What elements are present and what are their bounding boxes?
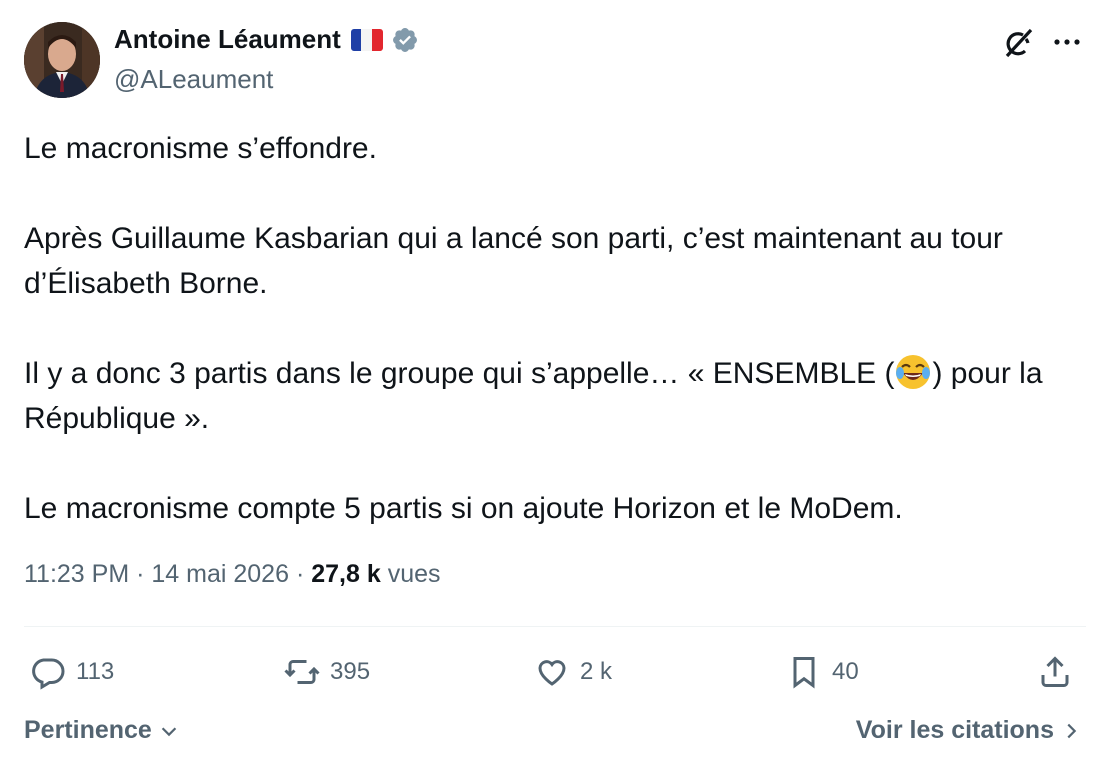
tweet-time[interactable]: 11:23 PM <box>24 560 129 588</box>
like-icon <box>538 660 566 686</box>
chevron-down-icon <box>161 726 177 736</box>
chevron-right-icon <box>1067 723 1077 738</box>
more-icon[interactable] <box>1051 30 1083 54</box>
avatar[interactable] <box>24 22 100 98</box>
view-quotes-label: Voir les citations <box>855 716 1054 744</box>
like-button[interactable]: 2 k <box>534 652 612 692</box>
meta-separator: · <box>136 560 145 588</box>
sort-dropdown[interactable]: Pertinence <box>24 716 180 745</box>
tweet-paragraph-part: Il y a donc 3 partis dans le groupe qui … <box>24 357 895 390</box>
tweet-text: Le macronisme s’effondre. Après Guillaum… <box>24 126 1084 531</box>
tweet-paragraph: Après Guillaume Kasbarian qui a lancé so… <box>24 222 1003 300</box>
reply-count: 113 <box>76 658 115 685</box>
verified-badge-icon[interactable] <box>391 26 419 54</box>
repost-count: 395 <box>330 658 371 685</box>
like-count: 2 k <box>580 658 613 685</box>
tweet-paragraph: Le macronisme compte 5 partis si on ajou… <box>24 492 903 525</box>
meta-separator: · <box>295 560 305 588</box>
views-label: vues <box>387 560 441 588</box>
divider <box>24 626 1086 627</box>
share-button[interactable] <box>1037 652 1083 692</box>
grok-icon[interactable] <box>1001 26 1035 60</box>
tweet-meta: 11:23 PM · 14 mai 2026 · 27,8 k vues <box>24 560 441 589</box>
share-icon <box>1041 656 1069 687</box>
repost-button[interactable]: 395 <box>284 652 370 692</box>
bookmark-icon <box>793 657 815 689</box>
reply-button[interactable]: 113 <box>30 652 114 692</box>
laughing-emoji-icon <box>896 355 931 389</box>
bookmark-button[interactable]: 40 <box>786 652 859 692</box>
author-name-row[interactable]: Antoine Léaument <box>114 24 419 55</box>
sort-label: Pertinence <box>24 716 152 744</box>
tweet-paragraph: Le macronisme s’effondre. <box>24 132 377 165</box>
bookmark-count: 40 <box>832 658 859 685</box>
repost-icon <box>284 660 320 684</box>
author-name[interactable]: Antoine Léaument <box>114 24 341 55</box>
tweet-date[interactable]: 14 mai 2026 <box>151 560 289 588</box>
reply-icon <box>32 658 65 690</box>
author-handle[interactable]: @ALeaument <box>114 64 273 95</box>
views-count: 27,8 k <box>311 560 381 588</box>
french-flag-icon <box>350 28 383 51</box>
tweet-paragraph: Il y a donc 3 partis dans le groupe qui … <box>24 351 1084 441</box>
view-quotes-link[interactable]: Voir les citations <box>856 716 1082 745</box>
